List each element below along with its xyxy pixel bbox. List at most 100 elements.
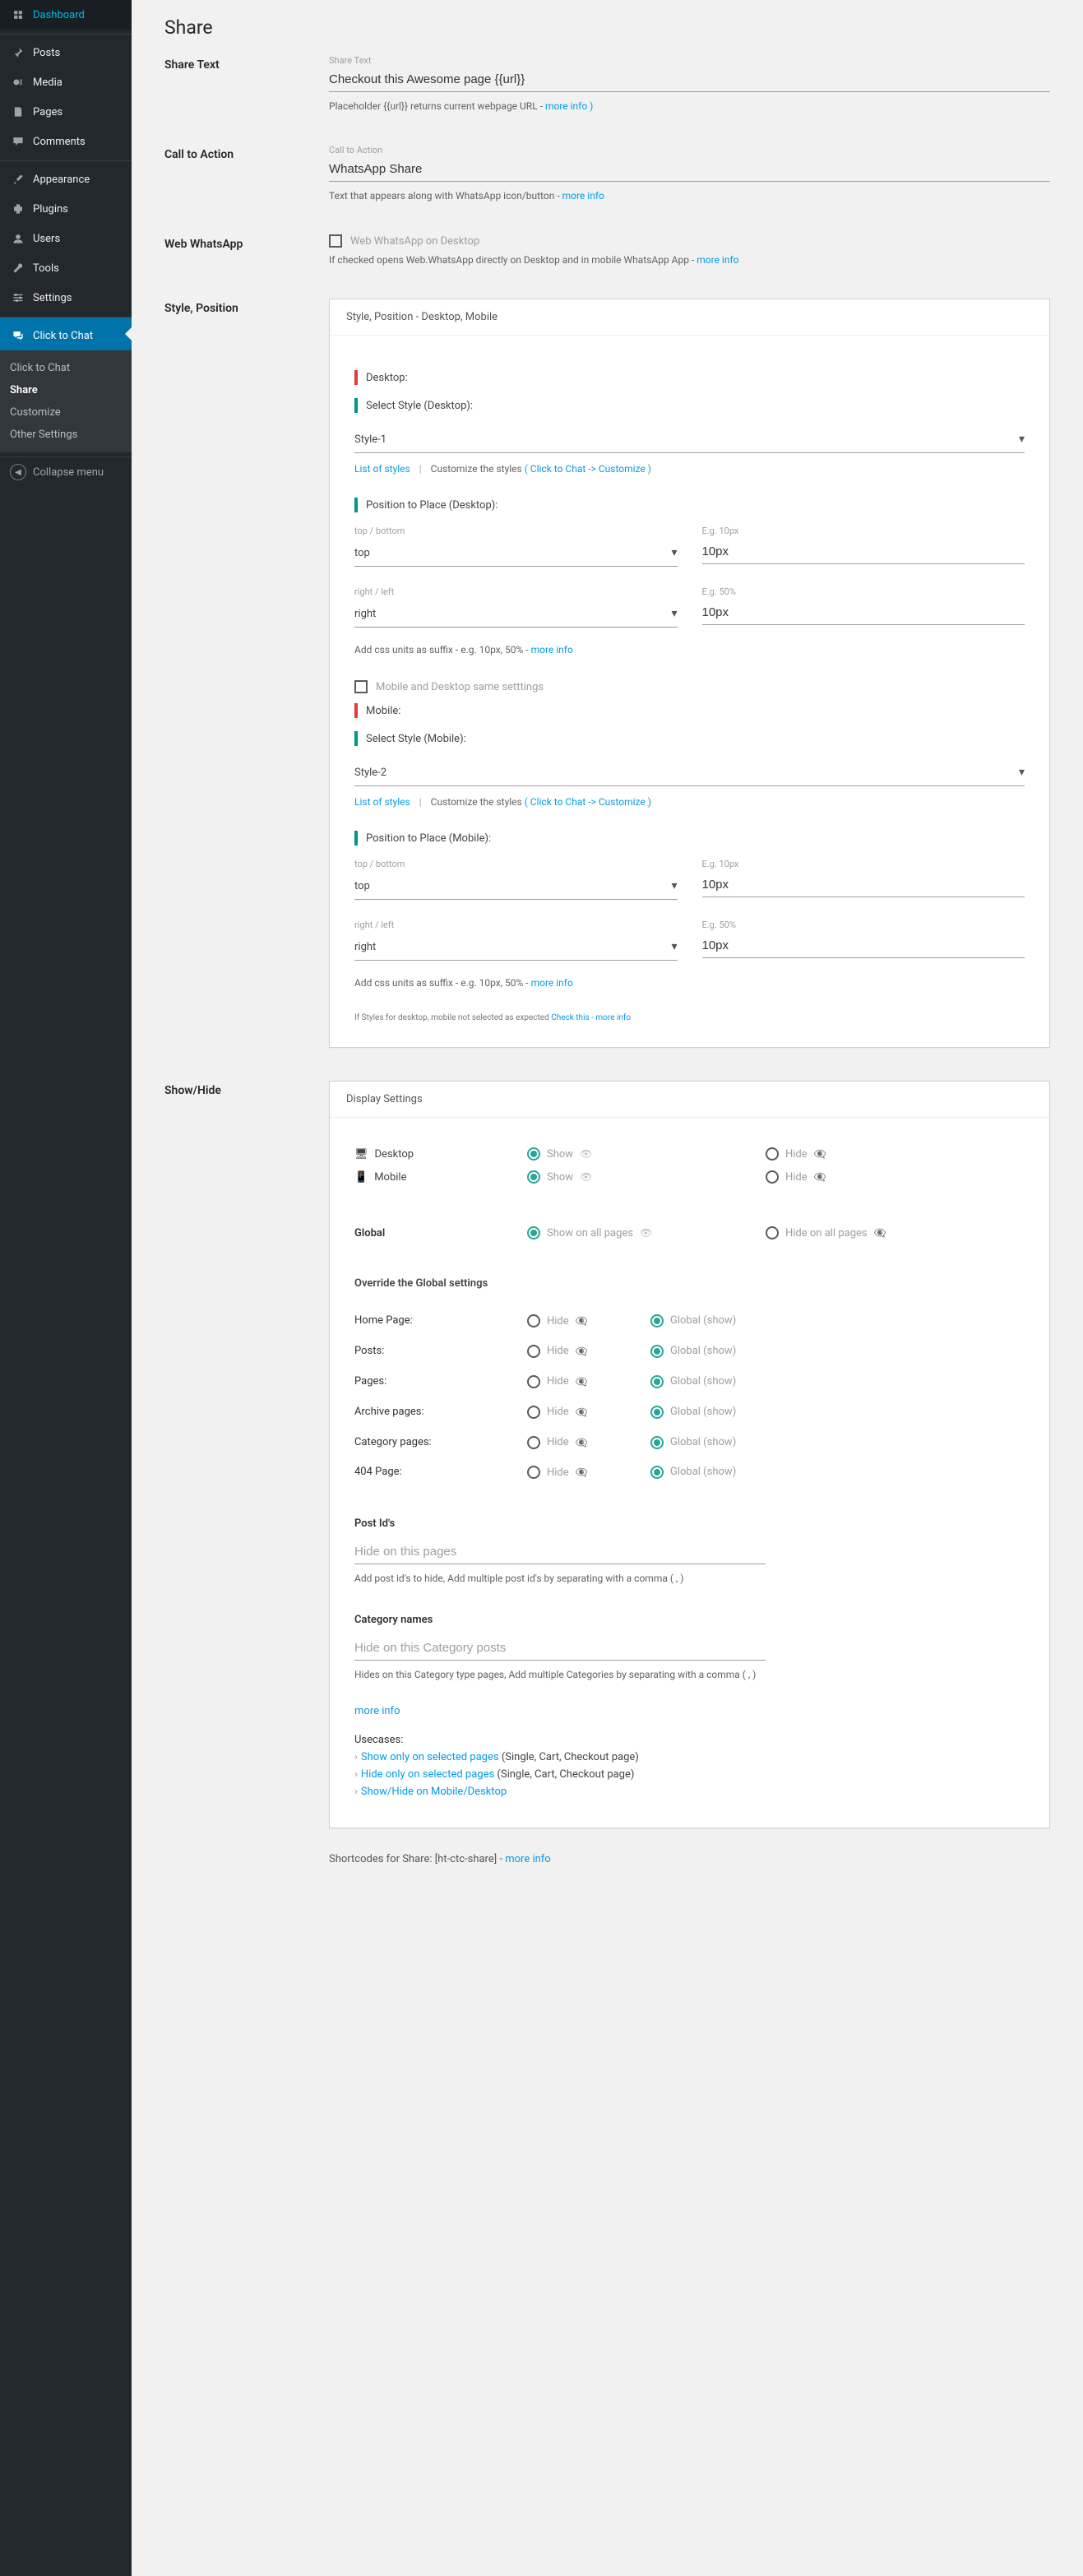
- archive-hide-radio[interactable]: [527, 1406, 540, 1419]
- display-settings-title[interactable]: Display Settings: [330, 1082, 1049, 1118]
- desktop-show-radio[interactable]: [527, 1147, 540, 1161]
- pages-hide-radio[interactable]: [527, 1375, 540, 1388]
- posts-hide-radio[interactable]: [527, 1345, 540, 1358]
- style-position-card: Style, Position - Desktop, Mobile Deskto…: [329, 299, 1050, 1048]
- field-label-cta: Call to Action: [329, 145, 1050, 155]
- style-desktop-select[interactable]: Style-1: [354, 426, 1025, 453]
- submenu-click-to-chat[interactable]: Click to Chat: [0, 357, 132, 379]
- home-hide-radio[interactable]: [527, 1314, 540, 1327]
- global-show-radio[interactable]: [527, 1226, 540, 1239]
- eye-off-icon: 👁‍🗨: [576, 1437, 588, 1448]
- 404-hide-radio[interactable]: [527, 1466, 540, 1479]
- 404-global-radio[interactable]: [650, 1466, 664, 1479]
- same-settings-checkbox[interactable]: [354, 680, 368, 693]
- sidebar-item-pages[interactable]: Pages: [0, 97, 132, 127]
- submenu-customize[interactable]: Customize: [0, 401, 132, 424]
- category-hide-radio[interactable]: [527, 1436, 540, 1449]
- cta-input[interactable]: [329, 157, 1050, 182]
- show-hide-more-info[interactable]: more info: [354, 1705, 400, 1717]
- archive-global-radio[interactable]: [650, 1406, 664, 1419]
- web-whatsapp-more-info[interactable]: more info: [697, 254, 738, 266]
- sidebar-item-plugins[interactable]: Plugins: [0, 194, 132, 224]
- top-bottom-desktop-value[interactable]: [702, 540, 1025, 564]
- right-left-desktop-value[interactable]: [702, 600, 1025, 625]
- customize-link-mobile[interactable]: ( Click to Chat -> Customize ): [525, 796, 651, 808]
- px-label: E.g. 10px: [702, 526, 1025, 536]
- same-settings-label: Mobile and Desktop same setttings: [376, 681, 544, 693]
- bar-icon: [354, 498, 358, 512]
- eye-off-icon: 👁‍🗨: [576, 1346, 588, 1357]
- sidebar-item-posts[interactable]: Posts: [0, 34, 132, 67]
- sidebar-item-users[interactable]: Users: [0, 224, 132, 253]
- eye-off-icon: 👁‍🗨: [576, 1315, 588, 1327]
- post-ids-input[interactable]: [354, 1540, 766, 1564]
- customize-link[interactable]: ( Click to Chat -> Customize ): [525, 463, 651, 475]
- cta-helper: Text that appears along with WhatsApp ic…: [329, 190, 1050, 202]
- sidebar-item-appearance[interactable]: Appearance: [0, 160, 132, 194]
- collapse-menu[interactable]: ◀ Collapse menu: [0, 456, 132, 487]
- submenu-share[interactable]: Share: [0, 379, 132, 401]
- override-heading: Override the Global settings: [354, 1277, 1025, 1290]
- mobile-hide-radio[interactable]: [766, 1170, 779, 1184]
- top-bottom-mobile-value[interactable]: [702, 873, 1025, 897]
- row-label-share-text: Share Text: [164, 55, 329, 112]
- share-text-input[interactable]: [329, 67, 1050, 92]
- desktop-hide-radio[interactable]: [766, 1147, 779, 1161]
- chevron-icon: ›: [354, 1786, 358, 1798]
- css-more-info-m[interactable]: more info: [531, 977, 573, 989]
- select-style-desktop-label: Select Style (Desktop):: [366, 400, 473, 412]
- pages-global-radio[interactable]: [650, 1375, 664, 1388]
- desktop-heading: Desktop:: [366, 372, 408, 384]
- position-mobile-label: Position to Place (Mobile):: [366, 832, 491, 845]
- desktop-label: Desktop: [375, 1148, 414, 1161]
- eye-icon: 👁: [580, 1171, 592, 1183]
- list-of-styles-link-mobile[interactable]: List of styles: [354, 796, 410, 808]
- usecase-hide-only[interactable]: Hide only on selected pages: [361, 1768, 494, 1781]
- share-text-more-info[interactable]: more info ): [545, 100, 593, 112]
- footer-more-info[interactable]: more info: [505, 1853, 551, 1865]
- pages-label: Pages:: [354, 1375, 527, 1388]
- chevron-icon: ›: [354, 1768, 358, 1781]
- cta-more-info[interactable]: more info: [562, 190, 604, 202]
- right-left-desktop-select[interactable]: right: [354, 600, 678, 628]
- right-left-mobile-value[interactable]: [702, 934, 1025, 958]
- home-global-radio[interactable]: [650, 1314, 664, 1327]
- posts-global-radio[interactable]: [650, 1345, 664, 1358]
- style-mobile-select[interactable]: Style-2: [354, 759, 1025, 786]
- style-position-card-title[interactable]: Style, Position - Desktop, Mobile: [330, 299, 1049, 336]
- pin-icon: [10, 44, 26, 61]
- category-global-radio[interactable]: [650, 1436, 664, 1449]
- submenu-other-settings[interactable]: Other Settings: [0, 424, 132, 446]
- sidebar-item-comments[interactable]: Comments: [0, 127, 132, 156]
- eye-off-icon: 👁‍🗨: [576, 1406, 588, 1418]
- mobile-icon: 📱: [354, 1171, 368, 1184]
- px-label-m: E.g. 10px: [702, 859, 1025, 869]
- sidebar-label: Pages: [33, 106, 62, 118]
- sidebar-item-media[interactable]: Media: [0, 67, 132, 97]
- top-bottom-mobile-select[interactable]: top: [354, 873, 678, 900]
- list-of-styles-link[interactable]: List of styles: [354, 463, 410, 475]
- category-names-input[interactable]: [354, 1636, 766, 1661]
- sidebar-label: Users: [33, 233, 60, 245]
- footer-note: Shortcodes for Share: [ht-ctc-share] - m…: [329, 1853, 1050, 1865]
- post-ids-heading: Post Id's: [354, 1517, 1025, 1530]
- top-bottom-desktop-select[interactable]: top: [354, 540, 678, 567]
- collapse-icon: ◀: [10, 464, 26, 480]
- usecase-show-only[interactable]: Show only on selected pages: [361, 1751, 499, 1763]
- mobile-show-radio[interactable]: [527, 1170, 540, 1184]
- usecase-show-hide-mobile[interactable]: Show/Hide on Mobile/Desktop: [361, 1786, 507, 1798]
- pct-label-m: E.g. 50%: [702, 920, 1025, 930]
- sidebar-item-settings[interactable]: Settings: [0, 283, 132, 313]
- sidebar-item-click-to-chat[interactable]: Click to Chat: [0, 317, 132, 350]
- web-whatsapp-checkbox[interactable]: [329, 234, 342, 248]
- check-this-link[interactable]: Check this: [551, 1013, 589, 1022]
- sidebar-item-dashboard[interactable]: Dashboard: [0, 0, 132, 30]
- tiny-more-info[interactable]: - more info: [590, 1013, 631, 1022]
- sidebar-label: Posts: [33, 47, 60, 59]
- bar-icon: [354, 703, 358, 718]
- bar-icon: [354, 370, 358, 385]
- css-more-info[interactable]: more info: [531, 644, 573, 656]
- global-hide-radio[interactable]: [766, 1226, 779, 1239]
- right-left-mobile-select[interactable]: right: [354, 934, 678, 961]
- sidebar-item-tools[interactable]: Tools: [0, 253, 132, 283]
